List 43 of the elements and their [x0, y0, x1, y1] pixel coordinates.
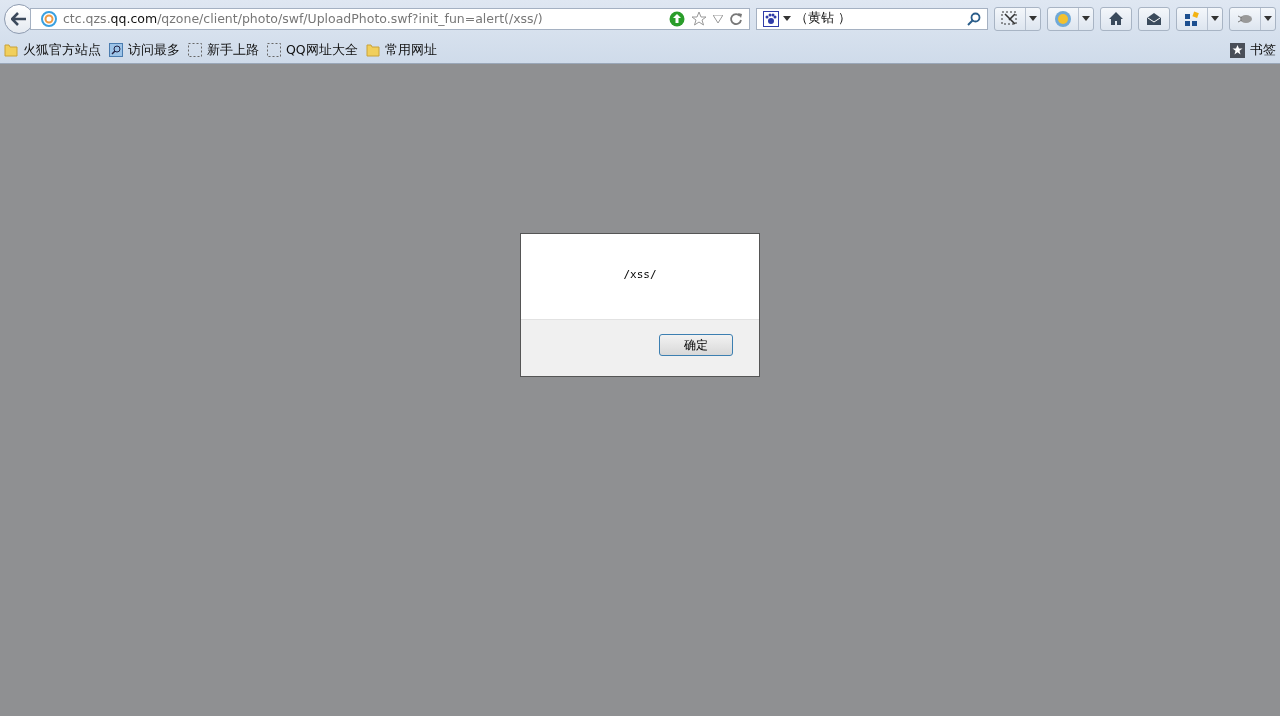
bookmarks-label: 书签	[1250, 41, 1276, 59]
badge-icon	[1054, 9, 1072, 28]
bookmark-link[interactable]: 火狐官方站点	[4, 41, 101, 59]
bookmark-label: 常用网址	[384, 41, 437, 59]
ok-button[interactable]: 确定	[659, 334, 733, 356]
star-icon[interactable]	[691, 10, 707, 27]
toolbar-button[interactable]	[994, 6, 1041, 31]
caret-icon	[1082, 16, 1090, 21]
bookmark-link[interactable]: QQ网址大全	[267, 41, 358, 59]
url-text: ctc.qzs.qq.com/qzone/client/photo/swf/UploadPhoto.swf?init_fun=alert(/xss/)	[63, 11, 544, 26]
caret-icon	[1029, 16, 1037, 21]
search-icon[interactable]	[967, 11, 981, 26]
caret-icon	[1264, 16, 1272, 21]
site-logo-icon	[41, 10, 57, 27]
toolbar-button[interactable]	[1176, 6, 1223, 31]
bookmarks-menu[interactable]: 书签	[1230, 41, 1276, 59]
caret-icon	[783, 16, 791, 21]
bookmark-label: 访问最多	[128, 41, 180, 59]
paw-icon	[763, 10, 779, 27]
home-icon	[1108, 11, 1124, 26]
search-field[interactable]: （黄钻 ）	[756, 7, 988, 30]
folder-icon	[4, 43, 18, 57]
magnifier-page-icon	[109, 43, 123, 57]
toolbar-button[interactable]	[1100, 6, 1132, 31]
grid-icon	[1184, 10, 1200, 27]
envelope-icon	[1146, 11, 1162, 26]
reload-icon[interactable]	[729, 11, 743, 26]
bookmark-link[interactable]: 常用网址	[365, 41, 437, 59]
bookmark-label: QQ网址大全	[286, 41, 358, 59]
search-text: （黄钻 ）	[795, 10, 852, 27]
dotted-square-icon	[267, 43, 281, 57]
bookmark-label: 新手上路	[207, 41, 259, 59]
caret-icon	[1211, 16, 1219, 21]
bookmark-link[interactable]: 新手上路	[188, 41, 259, 59]
folder-icon	[365, 43, 380, 57]
alert-message: /xss/	[623, 268, 657, 282]
bookmark-link[interactable]: 访问最多	[109, 41, 180, 59]
dotted-square-icon	[188, 43, 202, 57]
address-field[interactable]: ctc.qzs.qq.com/qzone/client/photo/swf/UploadPhoto.swf?init_fun=alert(/xss/)	[30, 7, 750, 30]
toolbar-button[interactable]	[1138, 6, 1170, 31]
dropdown-icon[interactable]	[713, 14, 723, 23]
back-arrow-icon	[11, 11, 27, 26]
bookmark-label: 火狐官方站点	[23, 41, 101, 59]
